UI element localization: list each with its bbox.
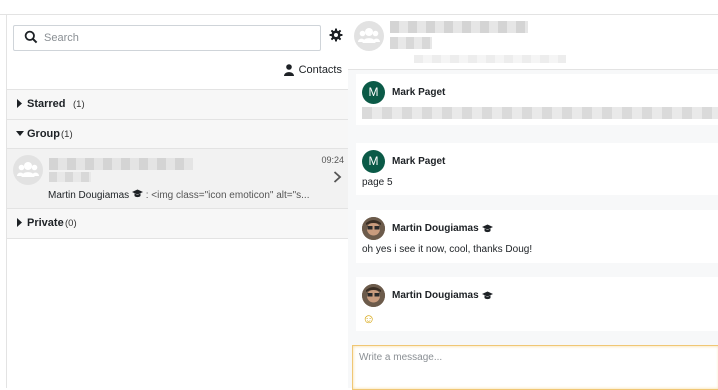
message: Martin Dougiamas ☺ [356,277,718,331]
contacts-link[interactable]: Contacts [283,64,342,76]
caret-down-icon [16,131,24,136]
message: Martin Dougiamas oh yes i see it now, co… [356,210,718,263]
section-private-label: Private [27,217,64,229]
message: M Mark Paget [356,74,718,125]
caret-right-icon [17,99,22,108]
group-icon [17,162,39,177]
smiley-emoticon: ☺ [362,311,376,326]
section-group-label: Group [27,128,60,140]
message-sender: Martin Dougiamas [392,290,493,301]
graduation-cap-icon [481,224,493,233]
avatar: M [362,150,385,173]
group-conversation-item[interactable]: 09:24 Martin Dougiamas : <img class="ico… [7,148,348,209]
search-box[interactable] [13,25,321,51]
message-text-redacted [362,107,718,119]
graduation-cap-icon [481,291,493,300]
conversation-header[interactable] [348,15,718,70]
contacts-label: Contacts [298,64,342,76]
last-message-sender: Martin Dougiamas [48,190,130,201]
section-private-count: (0) [65,218,77,229]
section-group[interactable]: Group (1) [7,119,348,149]
message-sender: Mark Paget [392,156,446,167]
message-input[interactable] [359,352,713,382]
message-sender: Mark Paget [392,87,446,98]
avatar [362,217,385,240]
conversation-panel: M Mark Paget M Mark Paget page 5 Martin … [348,15,718,390]
section-starred[interactable]: Starred (1) [7,89,348,119]
user-icon [283,64,294,76]
conversation-time: 09:24 [321,155,344,165]
message: M Mark Paget page 5 [356,143,718,195]
message-composer[interactable] [352,345,718,390]
divider [7,238,348,239]
graduation-cap-icon [131,189,143,198]
group-icon [358,28,380,43]
avatar: M [362,81,385,104]
conversation-list-panel: Contacts Starred (1) Group (1) 09:24 Mar… [6,15,349,388]
section-starred-count: (1) [73,99,85,110]
conversation-last-message: Martin Dougiamas : <img class="icon emot… [48,189,344,201]
conversation-name-redacted [49,158,193,170]
search-icon [24,30,38,44]
top-bar [0,0,718,15]
caret-right-icon [17,218,22,227]
conversation-subtitle-redacted [49,172,91,182]
last-message-text: : <img class="icon emoticon" alt="s... [145,190,310,201]
group-avatar [354,21,384,51]
message-sender: Martin Dougiamas [392,223,493,234]
conversation-info-redacted [414,55,566,63]
message-text: page 5 [362,177,393,188]
search-input[interactable] [44,29,314,46]
conversation-subtitle-redacted [390,37,432,49]
section-private[interactable]: Private (0) [7,208,348,238]
section-starred-label: Starred [27,98,66,110]
section-group-count: (1) [61,129,73,140]
avatar [362,284,385,307]
conversation-title-redacted [390,21,528,33]
chevron-right-icon [333,171,342,183]
gear-icon[interactable] [329,28,343,42]
group-avatar [13,155,43,185]
message-text: oh yes i see it now, cool, thanks Doug! [362,244,533,255]
